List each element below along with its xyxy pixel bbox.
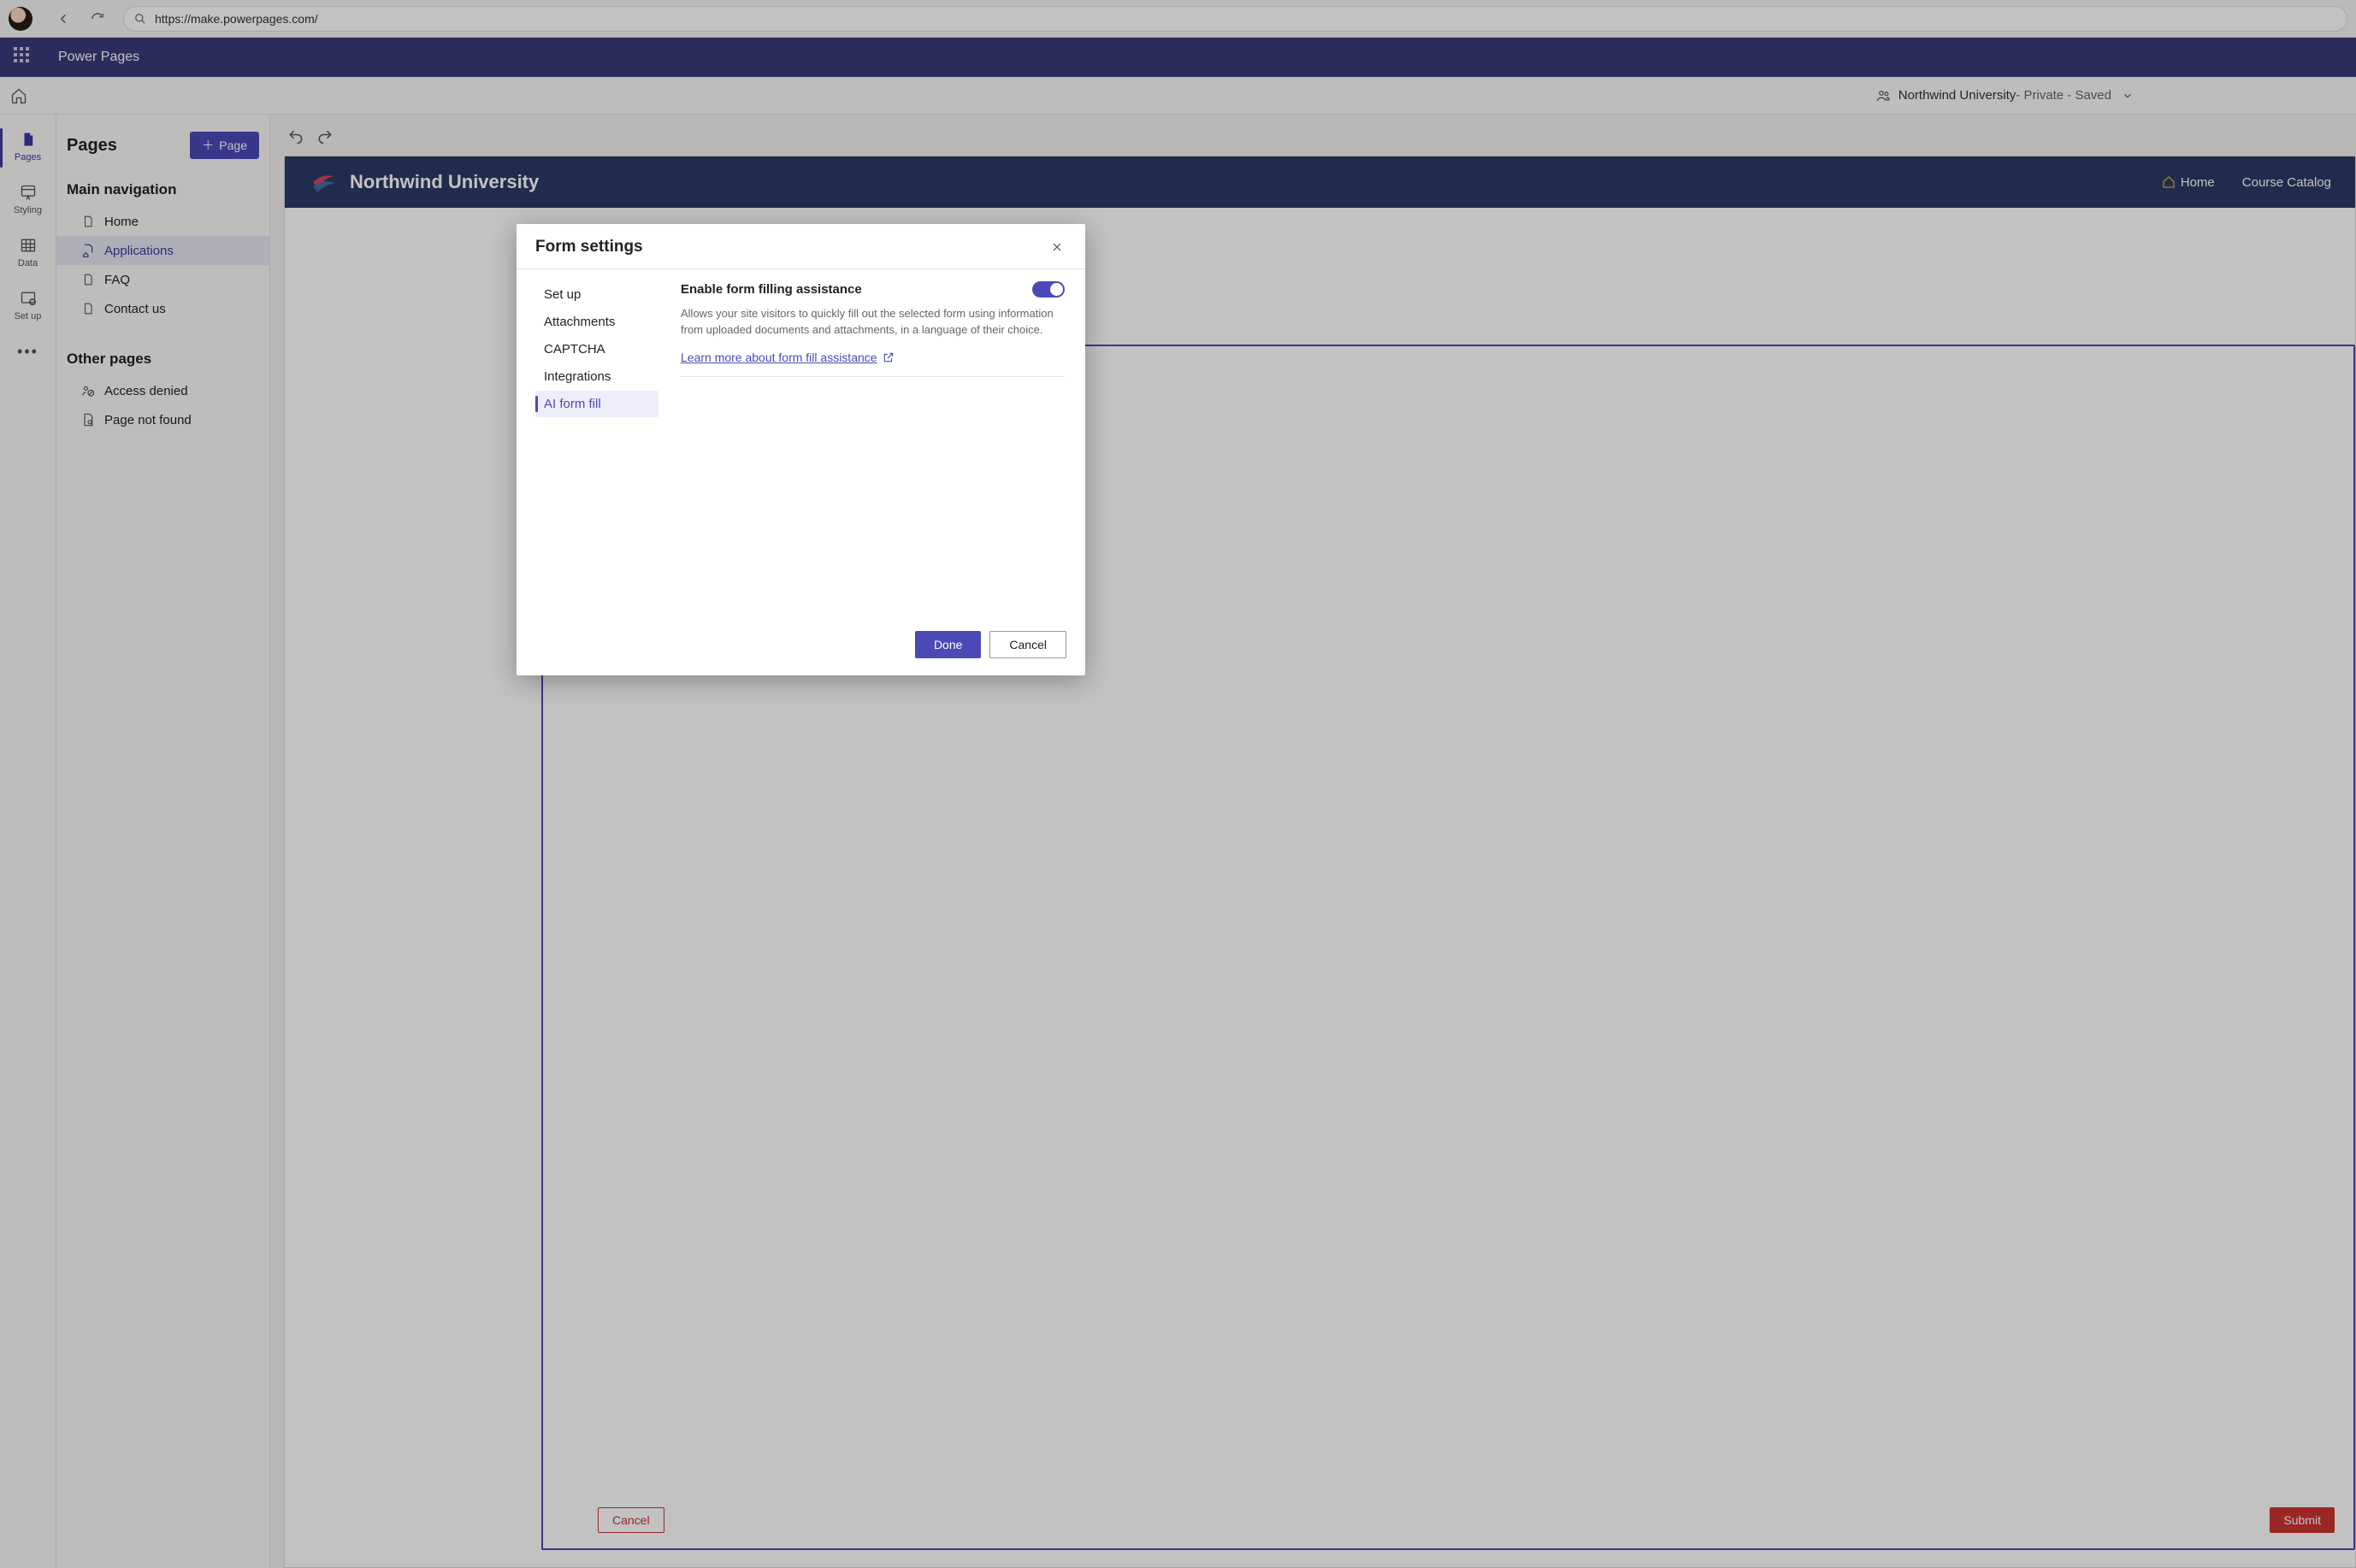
- toggle-description: Allows your site visitors to quickly fil…: [681, 306, 1065, 339]
- form-settings-dialog: Form settings Set up Attachments CAPTCHA…: [517, 224, 1085, 675]
- close-button[interactable]: [1048, 238, 1066, 256]
- toggle-label: Enable form filling assistance: [681, 282, 862, 297]
- tab-attachments[interactable]: Attachments: [535, 309, 658, 335]
- learn-more-link[interactable]: Learn more about form fill assistance: [681, 351, 1065, 377]
- settings-tab-list: Set up Attachments CAPTCHA Integrations …: [517, 281, 670, 619]
- external-link-icon: [883, 351, 895, 363]
- tab-ai-form-fill[interactable]: AI form fill: [535, 391, 658, 417]
- tab-integrations[interactable]: Integrations: [535, 363, 658, 390]
- dialog-title: Form settings: [535, 238, 643, 256]
- done-button[interactable]: Done: [915, 631, 981, 658]
- settings-pane: Enable form filling assistance Allows yo…: [670, 281, 1085, 619]
- modal-backdrop[interactable]: [0, 0, 2356, 1568]
- tab-captcha[interactable]: CAPTCHA: [535, 336, 658, 363]
- cancel-button[interactable]: Cancel: [989, 631, 1066, 658]
- enable-assistance-toggle[interactable]: [1032, 281, 1065, 298]
- link-text: Learn more about form fill assistance: [681, 351, 877, 364]
- tab-setup[interactable]: Set up: [535, 281, 658, 308]
